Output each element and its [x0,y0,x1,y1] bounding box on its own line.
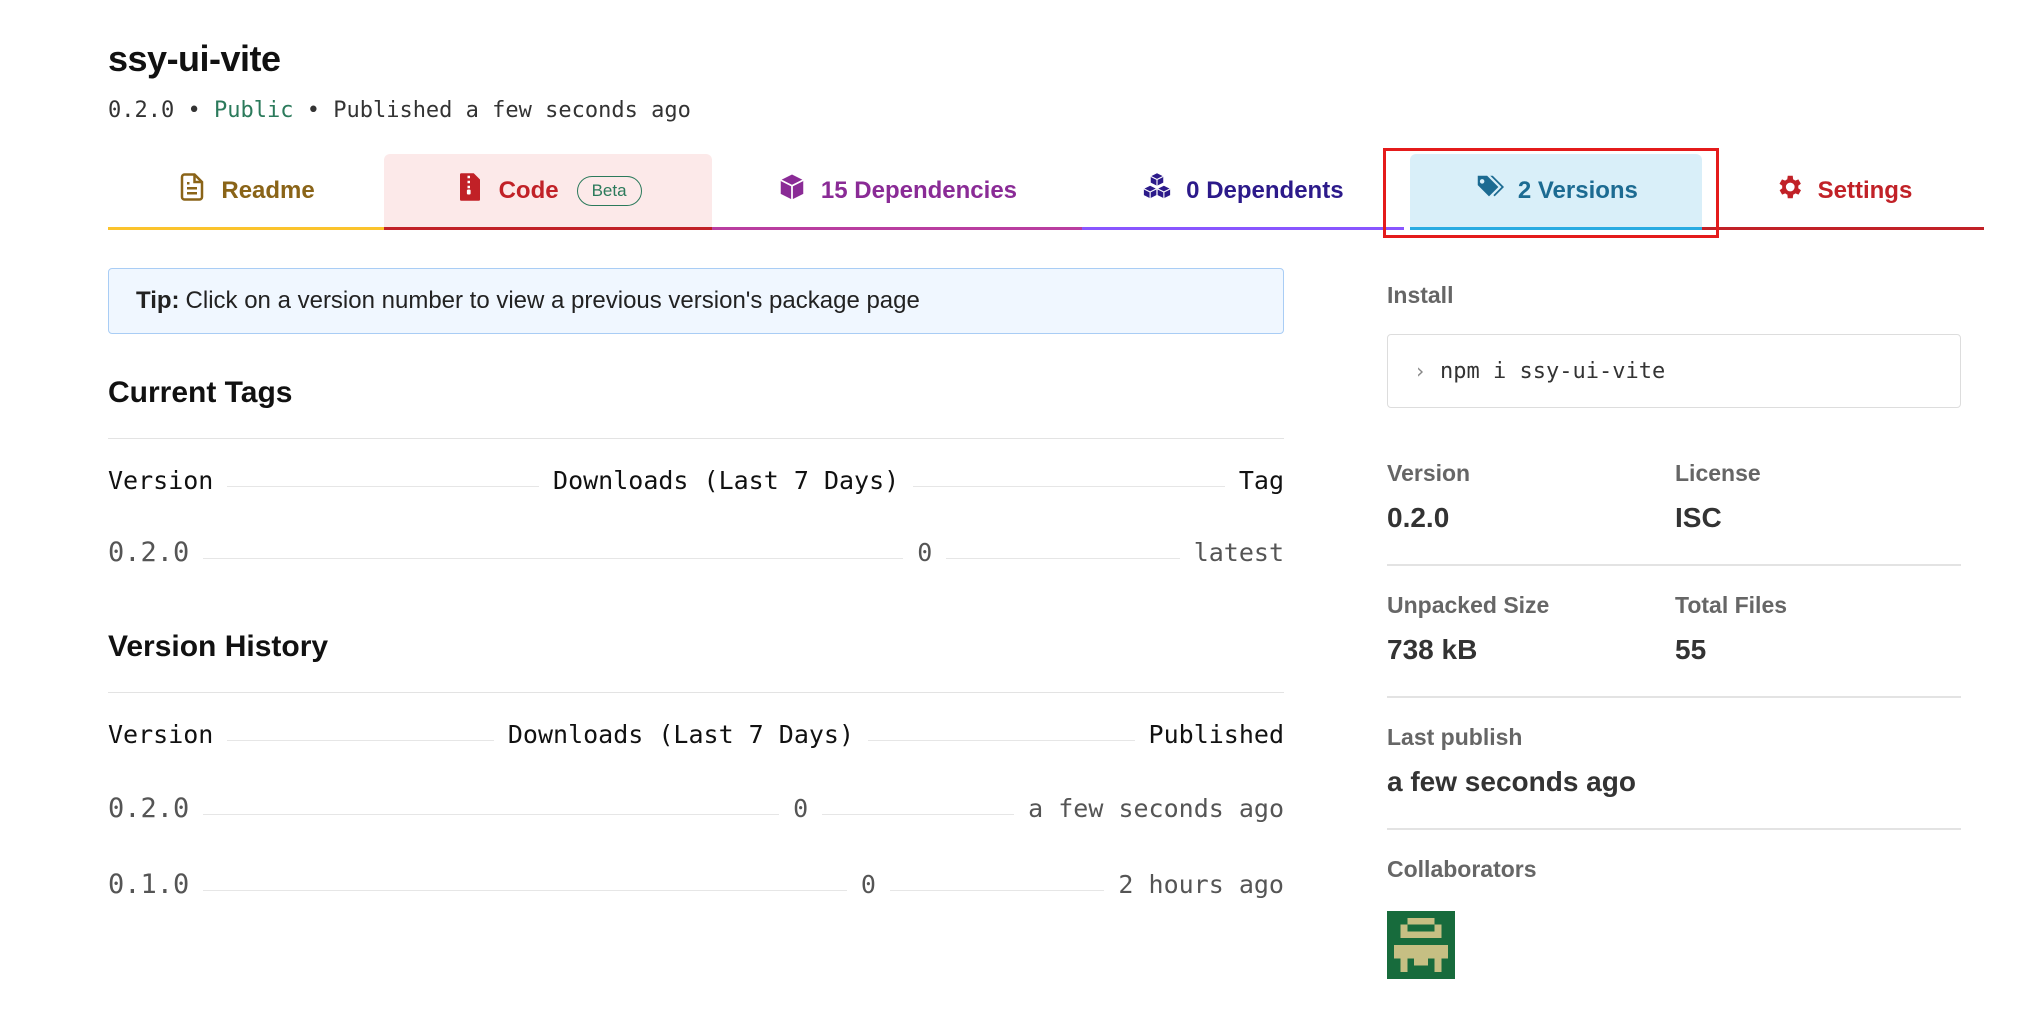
tag-name: latest [1193,537,1285,567]
divider [108,438,1284,439]
version-history-title: Version History [108,630,329,663]
last-publish-value: a few seconds ago [1387,766,1636,797]
downloads-count: 0 [917,537,933,567]
tab-label: Code [498,176,559,204]
tab-label: 15 Dependencies [820,176,1018,204]
install-command: npm i ssy-ui-vite [1440,358,1666,384]
version-label: Version [1387,460,1471,486]
package-page: ssy-ui-vite 0.2.0 • Public • Published a… [108,0,1988,1030]
column-header: Downloads (Last 7 Days) [507,719,855,749]
leader-line [889,889,1105,891]
last-publish-label: Last publish [1387,724,1523,750]
tab-label: 2 Versions [1517,176,1638,204]
tab-code[interactable]: Code Beta [384,154,713,230]
table-row: 0.2.0 0 latest [108,532,1284,572]
tab-settings[interactable]: Settings [1701,154,1984,230]
boxes-icon [1142,172,1172,209]
tab-versions[interactable]: 2 Versions [1409,154,1702,230]
meta-separator: • [306,98,320,123]
divider [108,692,1284,693]
install-label: Install [1387,282,1454,308]
total-files-label: Total Files [1675,592,1788,618]
leader-line [203,813,780,815]
downloads-count: 0 [860,869,876,899]
current-tags-header: Version Downloads (Last 7 Days) Tag [108,460,1284,500]
package-name: ssy-ui-vite [108,38,281,79]
divider [1387,696,1961,698]
downloads-count: 0 [793,793,809,823]
leader-line [868,739,1135,741]
column-header: Tag [1238,465,1285,495]
column-header: Version [108,719,214,749]
leader-line [913,485,1225,487]
tags-icon [1474,172,1504,209]
unpacked-size-value: 738 kB [1387,634,1478,665]
leader-line [946,557,1180,559]
leader-line [227,485,540,487]
version-link[interactable]: 0.2.0 [108,793,189,824]
column-header: Version [108,465,214,495]
unpacked-size-label: Unpacked Size [1387,592,1550,618]
version-history-header: Version Downloads (Last 7 Days) Publishe… [108,714,1284,754]
file-text-icon [177,172,207,209]
current-tags-title: Current Tags [108,376,293,409]
tab-label: 0 Dependents [1186,176,1344,204]
install-command-box[interactable]: › npm i ssy-ui-vite [1387,334,1961,408]
visibility-badge: Public [213,98,294,123]
box-icon [777,172,807,209]
beta-badge: Beta [576,175,642,206]
leader-line [203,557,904,559]
tab-dependencies[interactable]: 15 Dependencies [712,154,1082,230]
table-row: 0.2.0 0 a few seconds ago [108,788,1284,828]
collaborators-label: Collaborators [1387,856,1537,882]
leader-line [822,813,1015,815]
collaborator-avatar[interactable] [1387,911,1455,979]
package-meta: 0.2.0 • Public • Published a few seconds… [108,98,691,123]
divider [1387,564,1961,566]
tip-prefix: Tip: [136,287,180,314]
version-value: 0.2.0 [1387,502,1450,533]
license-label: License [1675,460,1761,486]
divider [1387,828,1961,830]
leader-line [227,739,494,741]
version-link[interactable]: 0.1.0 [108,869,189,900]
version-link[interactable]: 0.2.0 [108,537,189,568]
published-time: 2 hours ago [1118,869,1284,899]
tip-banner: Tip: Click on a version number to view a… [108,268,1284,334]
tab-label: Settings [1817,176,1913,204]
column-header: Downloads (Last 7 Days) [553,465,900,495]
chevron-right-icon: › [1414,359,1427,383]
table-row: 0.1.0 0 2 hours ago [108,864,1284,904]
total-files-value: 55 [1675,634,1707,665]
gear-icon [1774,172,1804,209]
published-time: a few seconds ago [1028,793,1285,823]
meta-separator: • [187,98,201,123]
tab-readme[interactable]: Readme [108,154,385,230]
license-value: ISC [1675,502,1722,533]
file-zip-icon [455,172,485,209]
column-header: Published [1148,719,1285,749]
tip-text: Click on a version number to view a prev… [185,287,920,314]
published-time: Published a few seconds ago [333,98,691,123]
tab-dependents[interactable]: 0 Dependents [1081,154,1404,230]
tab-label: Readme [221,176,315,204]
leader-line [203,889,847,891]
package-version: 0.2.0 [108,98,175,123]
package-tabs: Readme Code Beta 15 Dependencies 0 Depen… [108,154,1984,230]
